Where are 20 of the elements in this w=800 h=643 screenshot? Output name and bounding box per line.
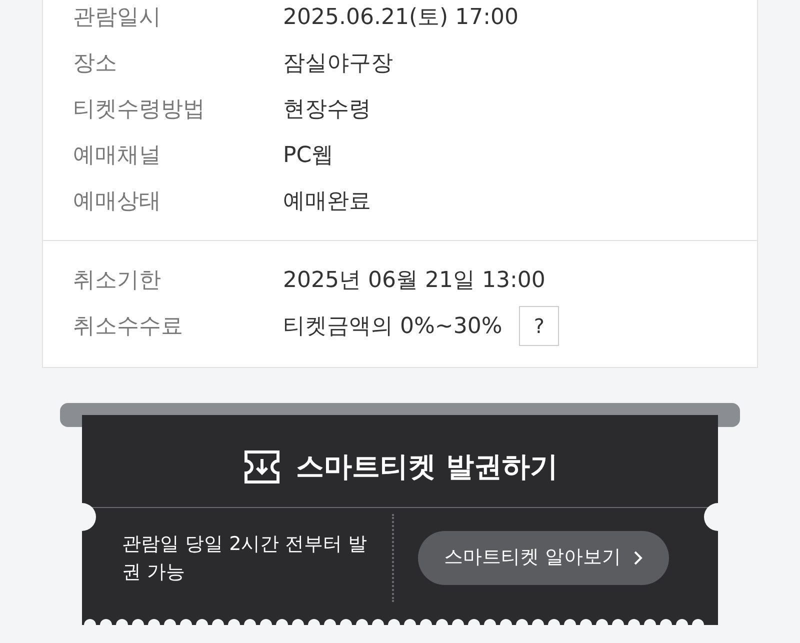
field-value: 예매완료 bbox=[283, 188, 371, 216]
field-label: 장소 bbox=[73, 50, 118, 78]
field-value: PC웹 bbox=[283, 142, 334, 170]
ticket-note: 관람일 당일 2시간 전부터 발권 가능 bbox=[122, 532, 368, 584]
field-label: 취소수수료 bbox=[73, 312, 184, 340]
field-label: 관람일시 bbox=[73, 4, 162, 32]
field-label: 취소기한 bbox=[73, 266, 162, 294]
field-value: 현장수령 bbox=[283, 96, 371, 124]
field-value: 잠실야구장 bbox=[283, 50, 393, 78]
field-label: 예매채널 bbox=[73, 142, 162, 170]
field-value: 2025.06.21(토) 17:00 bbox=[283, 4, 519, 32]
ticket-title: 스마트티켓 발권하기 bbox=[296, 449, 558, 485]
learn-more-button[interactable]: 스마트티켓 알아보기 bbox=[418, 530, 670, 584]
field-label: 예매상태 bbox=[73, 188, 162, 216]
ticket-icon bbox=[242, 449, 282, 485]
chevron-right-icon bbox=[633, 550, 644, 566]
field-value: 2025년 06월 21일 13:00 bbox=[283, 266, 546, 294]
field-label: 티켓수령방법 bbox=[73, 96, 206, 124]
help-button[interactable]: ? bbox=[519, 306, 560, 346]
field-value: 티켓금액의 0%~30% bbox=[283, 312, 502, 340]
